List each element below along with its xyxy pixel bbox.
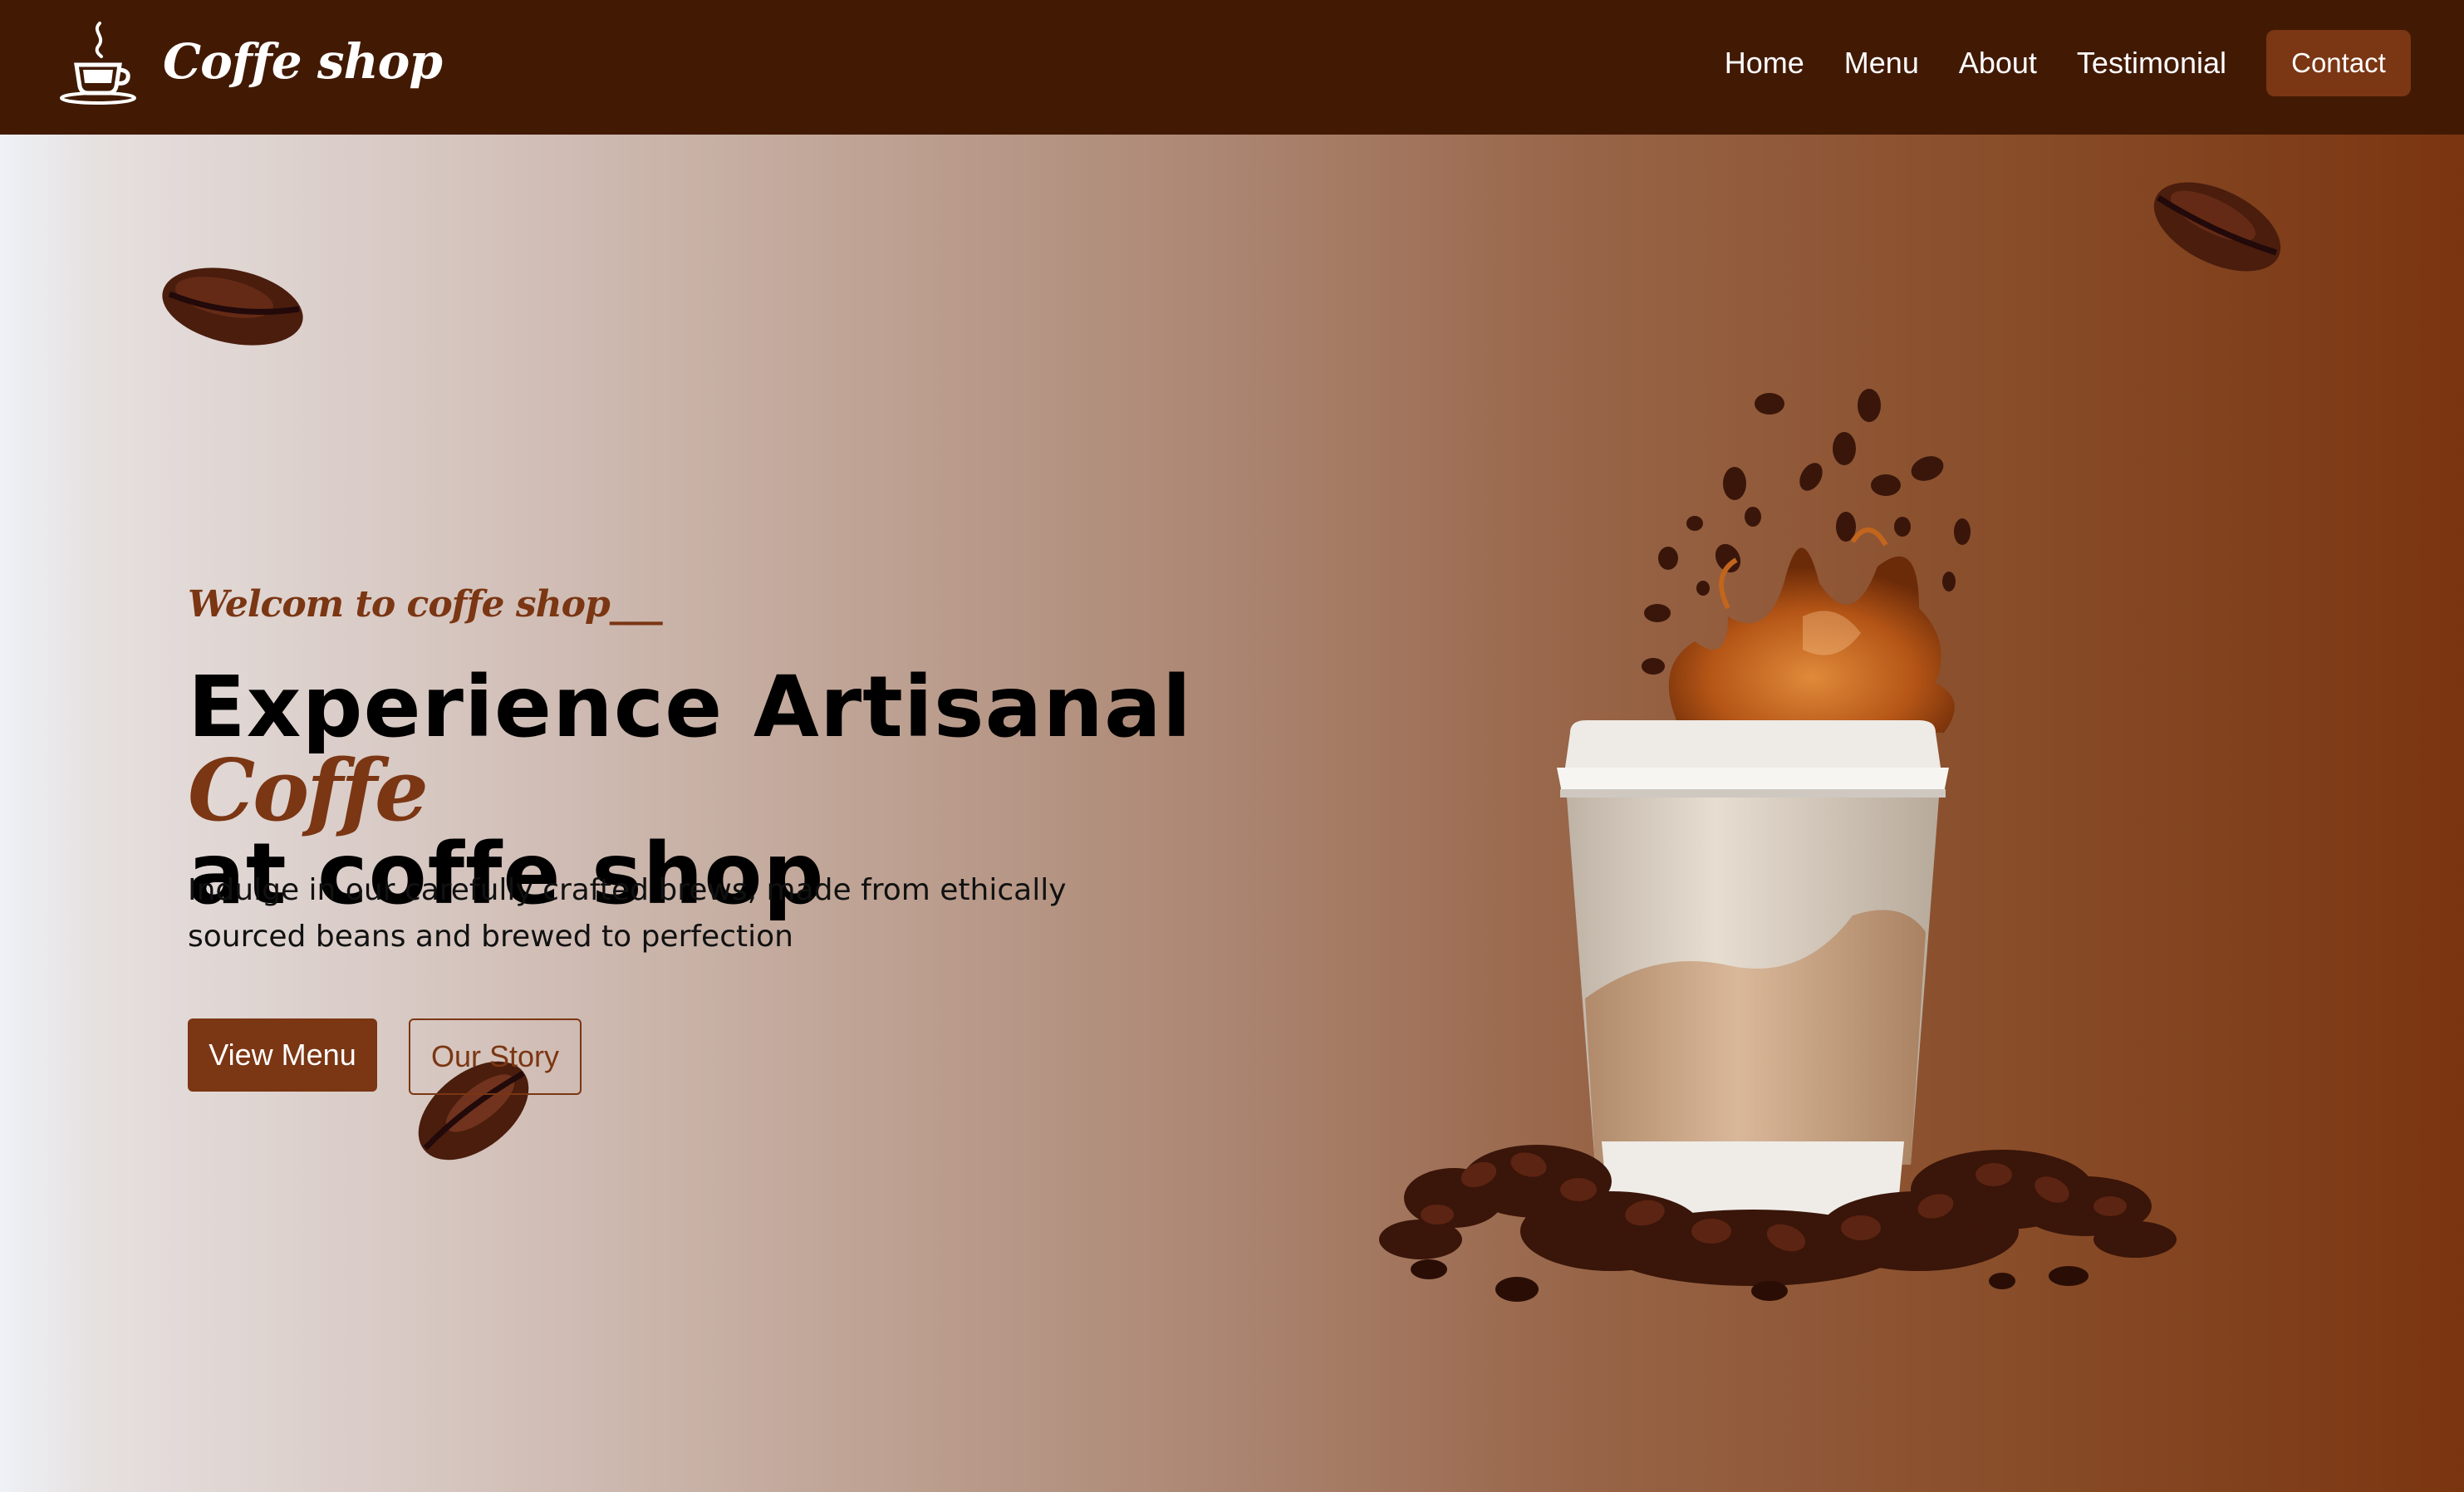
coffee-bean-icon (2153, 182, 2281, 272)
coffee-bean-icon (162, 267, 303, 346)
hero-section: Welcom to coffe shop___ Experience Artis… (0, 135, 2464, 1492)
welcome-tagline: Welcom to coffe shop___ (188, 583, 663, 626)
contact-button[interactable]: Contact (2266, 30, 2411, 96)
hero-description: Indulge in our carefully crafted brews, … (188, 873, 1067, 954)
brand-logo[interactable]: Coffe shop (58, 18, 443, 105)
coffee-cup-icon (60, 22, 136, 105)
coffee-cup-illustration (1379, 389, 2177, 1302)
view-menu-button[interactable]: View Menu (188, 1018, 377, 1092)
our-story-button[interactable]: Our Story (409, 1018, 582, 1095)
navbar: Coffe shop Home Menu About Testimonial C… (0, 0, 2464, 135)
nav-home-link[interactable]: Home (1725, 46, 1804, 81)
nav-testimonial-link[interactable]: Testimonial (2077, 46, 2226, 81)
brand-name: Coffe shop (163, 33, 443, 90)
nav-menu-link[interactable]: Menu (1844, 46, 1919, 81)
nav-about-link[interactable]: About (1959, 46, 2037, 81)
nav-links: Home Menu About Testimonial Contact (1725, 30, 2411, 96)
